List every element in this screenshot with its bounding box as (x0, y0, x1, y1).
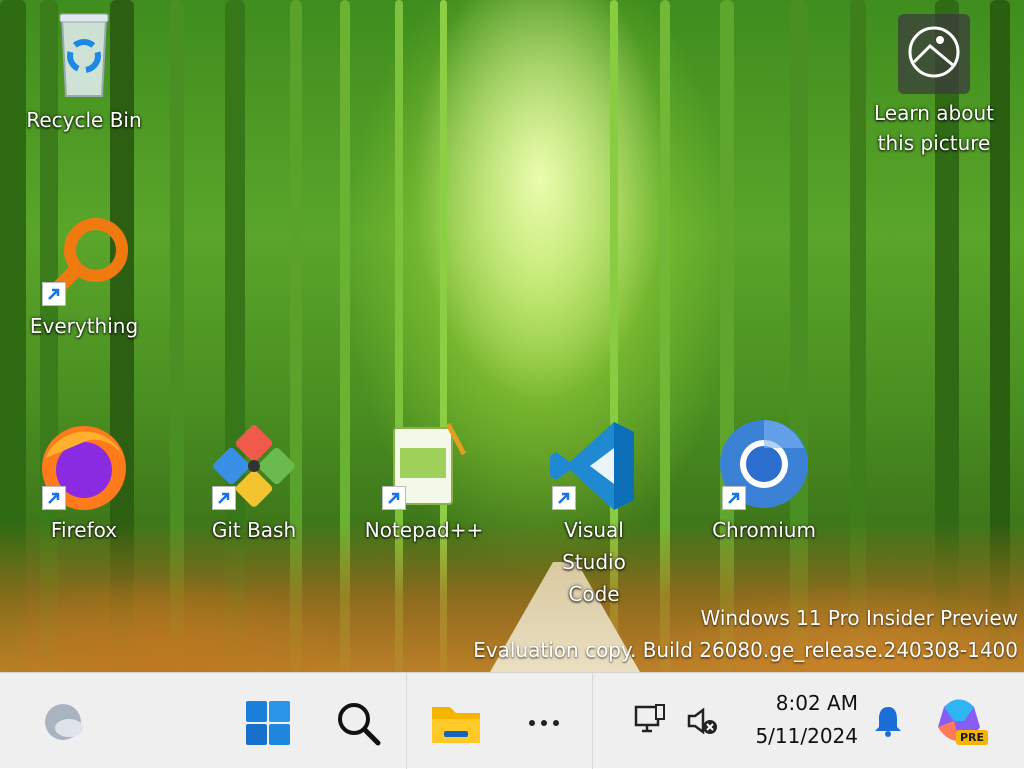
vscode-icon (546, 418, 642, 514)
search-icon (338, 703, 381, 746)
watermark-build: Evaluation copy. Build 26080.ge_release.… (473, 638, 1018, 662)
shortcut-arrow-icon (42, 486, 66, 510)
icon-label: Firefox (50, 518, 118, 542)
icon-label: Visual Studio Code (562, 518, 626, 606)
shortcut-arrow-icon (552, 486, 576, 510)
volume-muted-icon (687, 707, 717, 735)
network-icon (634, 704, 665, 733)
chromium-icon (716, 418, 812, 514)
watermark-edition: Windows 11 Pro Insider Preview (700, 606, 1018, 630)
everything-search-icon (36, 214, 132, 310)
icon-label: Recycle Bin (26, 108, 142, 132)
desktop-icon-firefox[interactable]: Firefox (24, 418, 144, 546)
learn-picture-icon (898, 14, 970, 94)
desktop-icon-vscode[interactable]: Visual Studio Code (534, 418, 654, 610)
desktop-icon-notepad-plus-plus[interactable]: Notepad++ (364, 418, 484, 546)
desktop-icon-recycle-bin[interactable]: Recycle Bin (24, 8, 144, 136)
copilot-pre-badge: PRE (955, 730, 988, 745)
git-bash-icon (206, 418, 302, 514)
clock-date: 5/11/2024 (755, 724, 858, 748)
taskbar-separator (592, 673, 593, 769)
taskbar: 8:02 AM 5/11/2024 PRE (0, 672, 1024, 769)
taskbar-separator (406, 673, 407, 769)
start-button[interactable] (242, 697, 294, 749)
more-apps-button[interactable] (518, 697, 570, 749)
copilot-button[interactable]: PRE (932, 695, 988, 749)
file-explorer-button[interactable] (430, 697, 482, 749)
clock-time: 8:02 AM (775, 691, 858, 715)
icon-label: Learn about this picture (874, 101, 994, 155)
desktop-wallpaper: Recycle Bin Learn about this picture Eve… (0, 0, 1024, 672)
search-button[interactable] (332, 697, 384, 749)
icon-label: Everything (29, 314, 139, 338)
shortcut-arrow-icon (722, 486, 746, 510)
volume-button[interactable] (682, 703, 722, 739)
notepad-plus-plus-icon (376, 418, 472, 514)
network-status-button[interactable] (630, 701, 670, 741)
notifications-button[interactable] (868, 701, 908, 741)
notification-bell-icon (875, 707, 901, 737)
shortcut-arrow-icon (382, 486, 406, 510)
shortcut-arrow-icon (212, 486, 236, 510)
icon-label: Git Bash (211, 518, 297, 542)
weather-icon (45, 704, 83, 740)
desktop-icon-everything[interactable]: Everything (24, 214, 144, 342)
firefox-icon (36, 418, 132, 514)
shortcut-arrow-icon (42, 282, 66, 306)
weather-widget-button[interactable] (38, 697, 88, 747)
start-icon (246, 701, 290, 745)
desktop-icon-learn-about-picture[interactable]: Learn about this picture (874, 14, 994, 158)
recycle-bin-icon (36, 8, 132, 104)
more-icon (529, 720, 559, 726)
file-explorer-icon (432, 707, 480, 743)
taskbar-clock[interactable]: 8:02 AM 5/11/2024 (755, 687, 858, 753)
icon-label: Notepad++ (364, 518, 484, 542)
desktop-icon-chromium[interactable]: Chromium (704, 418, 824, 546)
desktop-icon-git-bash[interactable]: Git Bash (194, 418, 314, 546)
icon-label: Chromium (712, 518, 816, 542)
